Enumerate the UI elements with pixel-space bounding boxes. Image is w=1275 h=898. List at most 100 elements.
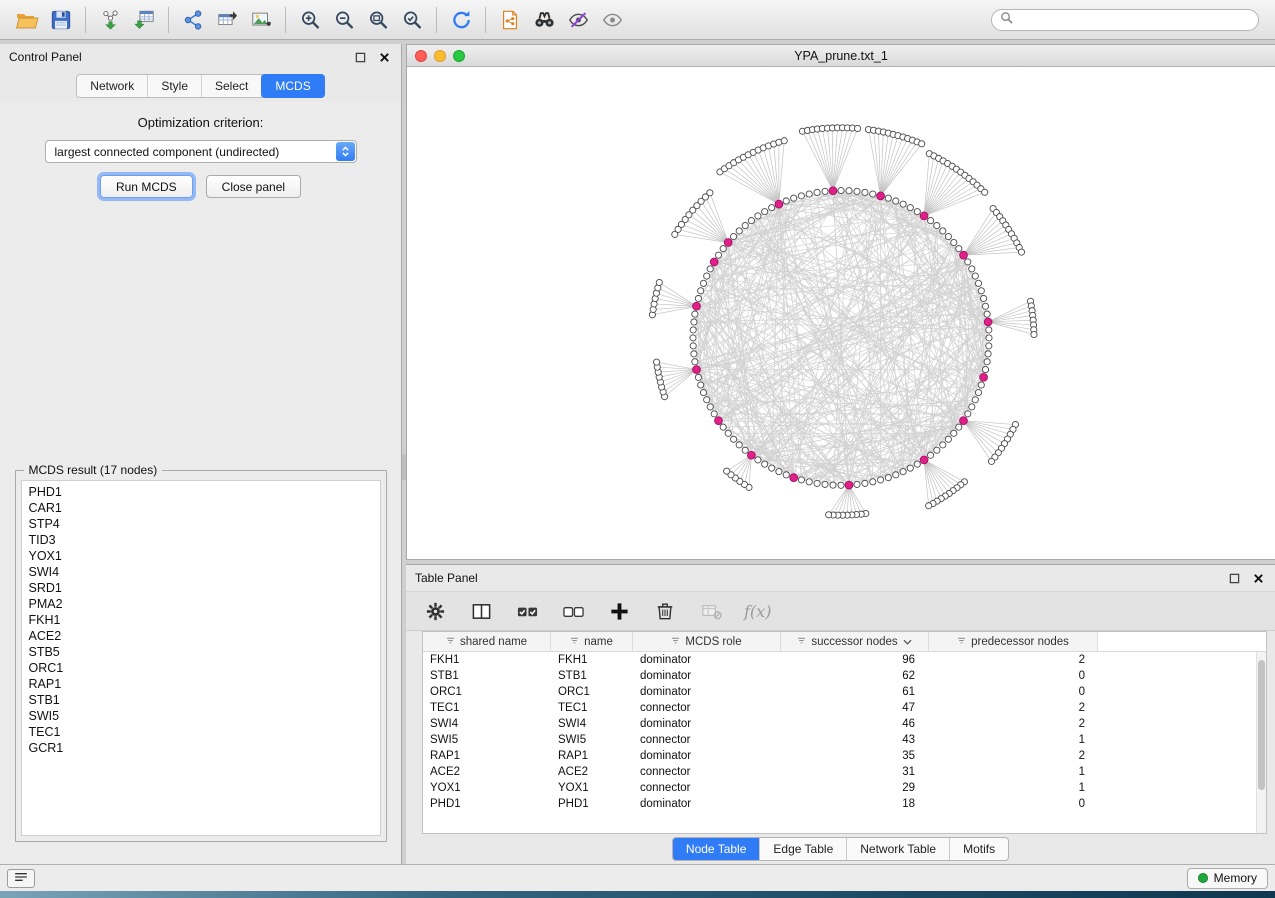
scrollbar-thumb[interactable] [1258, 660, 1265, 790]
zoom-fit-icon[interactable] [361, 5, 395, 35]
table-settings-icon[interactable] [422, 598, 448, 624]
status-menu-button[interactable] [7, 869, 35, 888]
tab-select[interactable]: Select [202, 75, 262, 97]
delete-column-icon[interactable] [652, 598, 678, 624]
open-folder-icon[interactable] [10, 5, 44, 35]
close-table-panel-icon[interactable] [1250, 570, 1266, 586]
mcds-result-item[interactable]: ACE2 [22, 628, 380, 644]
column-header-shared-name[interactable]: shared name [423, 632, 551, 651]
column-header-predecessor-nodes[interactable]: predecessor nodes [929, 632, 1098, 651]
mcds-result-item[interactable]: CAR1 [22, 500, 380, 516]
column-header-name[interactable]: name [551, 632, 633, 651]
optimization-criterion-dropdown[interactable]: largest connected component (undirected) [45, 140, 357, 163]
mcds-result-item[interactable]: GCR1 [22, 740, 380, 756]
import-table-icon[interactable] [127, 5, 161, 35]
table-row[interactable]: SWI5SWI5connector431 [423, 732, 1256, 748]
column-header-MCDS-role[interactable]: MCDS role [633, 632, 781, 651]
clone-network-icon[interactable] [493, 5, 527, 35]
mcds-result-item[interactable]: YOX1 [22, 548, 380, 564]
desktop-wallpaper [0, 891, 1275, 898]
zoom-out-icon[interactable] [327, 5, 361, 35]
tab-node-table[interactable]: Node Table [673, 838, 761, 860]
table-cell: 18 [781, 798, 929, 810]
table-row[interactable]: STB1STB1dominator620 [423, 668, 1256, 684]
close-panel-icon[interactable] [376, 49, 392, 65]
select-all-icon[interactable] [514, 598, 540, 624]
graphics-details-icon[interactable] [561, 5, 595, 35]
mcds-result-item[interactable]: SWI4 [22, 564, 380, 580]
table-row[interactable]: ACE2ACE2connector311 [423, 764, 1256, 780]
function-builder-button[interactable]: f(x) [744, 602, 771, 621]
mcds-result-list[interactable]: PHD1CAR1STP4TID3YOX1SWI4SRD1PMA2FKH1ACE2… [21, 480, 381, 836]
table-row[interactable]: TEC1TEC1connector472 [423, 700, 1256, 716]
split-panel-icon[interactable] [468, 598, 494, 624]
table-cell: FKH1 [423, 654, 551, 666]
memory-button[interactable]: Memory [1187, 868, 1268, 889]
tab-style[interactable]: Style [148, 75, 202, 97]
network-canvas[interactable] [407, 67, 1275, 559]
table-cell: dominator [633, 686, 781, 698]
splitter-grip[interactable] [402, 454, 406, 480]
map-column-disabled-icon[interactable] [698, 598, 724, 624]
tab-network[interactable]: Network [77, 75, 148, 97]
column-header-successor-nodes[interactable]: successor nodes [781, 632, 929, 651]
mcds-result-item[interactable]: PHD1 [22, 484, 380, 500]
mcds-result-item[interactable]: SWI5 [22, 708, 380, 724]
export-image-icon[interactable] [244, 5, 278, 35]
search-network-icon[interactable] [527, 5, 561, 35]
table-row[interactable]: RAP1RAP1dominator352 [423, 748, 1256, 764]
tab-edge-table[interactable]: Edge Table [760, 838, 847, 860]
table-cell: 43 [781, 734, 929, 746]
mcds-result-item[interactable]: STB1 [22, 692, 380, 708]
table-cell: dominator [633, 718, 781, 730]
mcds-result-item[interactable]: RAP1 [22, 676, 380, 692]
mcds-result-item[interactable]: FKH1 [22, 612, 380, 628]
tab-motifs[interactable]: Motifs [950, 838, 1008, 860]
optimization-criterion-label: Optimization criterion: [138, 115, 264, 130]
new-network-icon[interactable] [176, 5, 210, 35]
network-view-window: YPA_prune.txt_1 [406, 44, 1275, 560]
search-input[interactable] [1018, 13, 1250, 27]
close-panel-button[interactable]: Close panel [206, 175, 301, 198]
table-row[interactable]: FKH1FKH1dominator962 [423, 652, 1256, 668]
table-cell: FKH1 [551, 654, 633, 666]
mcds-result-item[interactable]: TID3 [22, 532, 380, 548]
table-row[interactable]: PHD1PHD1dominator180 [423, 796, 1256, 812]
deselect-all-icon[interactable] [560, 598, 586, 624]
table-row[interactable]: SWI4SWI4dominator462 [423, 716, 1256, 732]
export-table-icon[interactable] [210, 5, 244, 35]
table-row[interactable]: ORC1ORC1dominator610 [423, 684, 1256, 700]
zoom-in-icon[interactable] [293, 5, 327, 35]
panel-splitter[interactable] [402, 44, 406, 864]
mcds-result-item[interactable]: ORC1 [22, 660, 380, 676]
run-mcds-button[interactable]: Run MCDS [100, 175, 193, 198]
float-panel-icon[interactable] [352, 49, 368, 65]
zoom-selected-icon[interactable] [395, 5, 429, 35]
mcds-result-item[interactable]: PMA2 [22, 596, 380, 612]
mcds-result-item[interactable]: STP4 [22, 516, 380, 532]
save-icon[interactable] [44, 5, 78, 35]
table-row[interactable]: YOX1YOX1connector291 [423, 780, 1256, 796]
memory-label: Memory [1214, 871, 1257, 885]
show-hide-icon[interactable] [595, 5, 629, 35]
main-toolbar [0, 0, 1275, 40]
mcds-result-item[interactable]: STB5 [22, 644, 380, 660]
refresh-network-icon[interactable] [444, 5, 478, 35]
table-toolbar: f(x) [406, 591, 1275, 631]
add-column-icon[interactable] [606, 598, 632, 624]
table-cell: ORC1 [423, 686, 551, 698]
memory-status-icon [1198, 873, 1208, 883]
import-network-icon[interactable] [93, 5, 127, 35]
network-window-titlebar[interactable]: YPA_prune.txt_1 [407, 45, 1275, 67]
table-cell: 0 [929, 798, 1098, 810]
mcds-result-item[interactable]: SRD1 [22, 580, 380, 596]
mcds-result-item[interactable]: TEC1 [22, 724, 380, 740]
table-cell: connector [633, 782, 781, 794]
tab-mcds[interactable]: MCDS [261, 74, 324, 98]
search-box[interactable] [991, 9, 1259, 31]
sort-icon [671, 636, 680, 648]
float-table-panel-icon[interactable] [1226, 570, 1242, 586]
table-scrollbar[interactable] [1256, 652, 1266, 833]
tab-network-table[interactable]: Network Table [847, 838, 950, 860]
table-cell: SWI4 [423, 718, 551, 730]
